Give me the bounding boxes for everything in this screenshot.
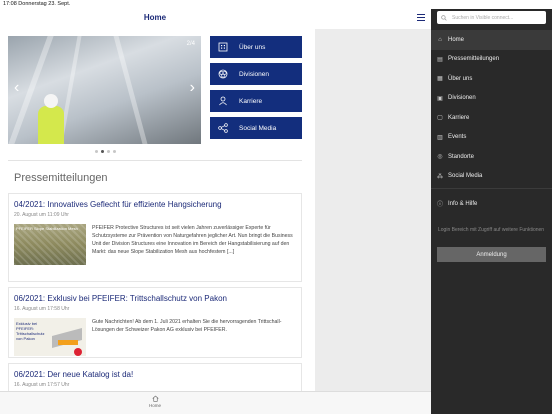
tile-label: Karriere bbox=[239, 97, 263, 105]
quick-links: Über uns Divisionen Karriere Social Medi… bbox=[210, 36, 302, 144]
menu-item-label: Divisionen bbox=[448, 95, 476, 102]
content-side-area bbox=[315, 29, 431, 391]
menu-item-label: Social Media bbox=[448, 173, 483, 180]
tab-home-label: Home bbox=[148, 403, 161, 408]
tab-bar: Home bbox=[0, 391, 431, 414]
press-card-date: 16. August um 17:58 Uhr bbox=[14, 306, 70, 312]
tile-label: Über uns bbox=[239, 43, 266, 51]
press-card-image: Exklusiv bei PFEIFER: Trittschallschutz … bbox=[14, 318, 86, 356]
press-card-title: 06/2021: Der neue Katalog ist da! bbox=[14, 370, 134, 379]
building-icon bbox=[216, 40, 230, 54]
search-placeholder: Suchen in Visible connect... bbox=[452, 14, 514, 21]
tile-ueber-uns[interactable]: Über uns bbox=[210, 36, 302, 58]
menu-item-home[interactable]: ⌂ Home bbox=[431, 30, 552, 50]
slider-next-arrow-icon[interactable]: › bbox=[190, 80, 195, 96]
side-menu: ⌂ Home ▤ Pressemitteilungen ▦ Über uns ▣ Div… bbox=[431, 30, 552, 214]
slider-dot[interactable] bbox=[107, 150, 110, 153]
share-icon: ⁂ bbox=[437, 173, 443, 180]
press-card[interactable]: 06/2021: Exklusiv bei PFEIFER: Trittscha… bbox=[8, 287, 302, 358]
press-card-date: 16. August um 17:57 Uhr bbox=[14, 382, 70, 388]
menu-item-label: Home bbox=[448, 36, 465, 43]
divisions-icon bbox=[216, 67, 230, 81]
tile-label: Divisionen bbox=[239, 70, 269, 78]
status-bar: 17:08 Donnerstag 23. Sept. bbox=[0, 0, 552, 9]
menu-item-standorte[interactable]: ◎ Standorte bbox=[431, 147, 552, 167]
slider-pagination bbox=[95, 150, 116, 153]
tile-divisionen[interactable]: Divisionen bbox=[210, 63, 302, 85]
press-card-date: 20. August um 11:09 Uhr bbox=[14, 212, 69, 218]
search-field[interactable]: Suchen in Visible connect... bbox=[437, 11, 546, 24]
home-content: 2/4 ‹ › Über uns Divisionen Karriere Soc… bbox=[0, 29, 315, 391]
tab-home[interactable]: Home bbox=[146, 395, 164, 408]
press-card-text: PFEIFER Protective Structures ist seit v… bbox=[92, 225, 293, 255]
menu-item-label: Events bbox=[448, 134, 467, 141]
divisions-icon: ▣ bbox=[437, 95, 443, 102]
menu-item-events[interactable]: ▥ Events bbox=[431, 128, 552, 148]
menu-item-label: Info & Hilfe bbox=[448, 200, 478, 207]
press-card-image: PFEIFER Slope Stabilization Mesh bbox=[14, 224, 86, 265]
home-icon bbox=[151, 395, 159, 402]
tile-social-media[interactable]: Social Media bbox=[210, 117, 302, 139]
person-icon: ▢ bbox=[437, 115, 443, 122]
menu-item-label: Über uns bbox=[448, 75, 473, 82]
menu-item-info-hilfe[interactable]: ⓘ Info & Hilfe bbox=[431, 194, 552, 214]
calendar-icon: ▥ bbox=[437, 134, 443, 141]
press-card-title: 04/2021: Innovatives Geflecht für effizi… bbox=[14, 200, 222, 209]
slider-dot[interactable] bbox=[113, 150, 116, 153]
hamburger-menu-icon[interactable] bbox=[417, 14, 425, 21]
menu-item-social-media[interactable]: ⁂ Social Media bbox=[431, 167, 552, 187]
side-menu-panel: Suchen in Visible connect... ⌂ Home ▤ Pres… bbox=[431, 9, 552, 414]
menu-item-label: Karriere bbox=[448, 114, 470, 121]
share-icon bbox=[216, 121, 230, 135]
menu-divider bbox=[431, 188, 552, 189]
page-title: Home bbox=[143, 13, 167, 22]
slider-dot[interactable] bbox=[95, 150, 98, 153]
menu-item-pressemitteilungen[interactable]: ▤ Pressemitteilungen bbox=[431, 50, 552, 70]
login-button[interactable]: Anmeldung bbox=[437, 247, 546, 262]
menu-item-label: Pressemitteilungen bbox=[448, 56, 500, 63]
menu-item-ueber-uns[interactable]: ▦ Über uns bbox=[431, 69, 552, 89]
top-bar: Home bbox=[0, 9, 431, 29]
press-card-title: 06/2021: Exklusiv bei PFEIFER: Trittscha… bbox=[14, 294, 227, 303]
tile-label: Social Media bbox=[239, 124, 277, 132]
divider bbox=[8, 160, 302, 161]
tile-karriere[interactable]: Karriere bbox=[210, 90, 302, 112]
login-hint: Login Bereich mit Zugriff auf weitere Fu… bbox=[438, 227, 545, 233]
press-card-text: Gute Nachrichten! Ab dem 1. Juli 2021 er… bbox=[92, 319, 282, 333]
image-slider[interactable]: 2/4 ‹ › bbox=[8, 36, 201, 144]
slider-dot-active[interactable] bbox=[101, 150, 104, 153]
status-time-date: 17:08 Donnerstag 23. Sept. bbox=[3, 1, 71, 7]
slider-prev-arrow-icon[interactable]: ‹ bbox=[14, 80, 19, 96]
section-title-press: Pressemitteilungen bbox=[14, 172, 108, 184]
press-card-image-caption: Exklusiv bei PFEIFER: Trittschallschutz … bbox=[16, 321, 45, 341]
info-icon: ⓘ bbox=[436, 202, 443, 209]
menu-item-divisionen[interactable]: ▣ Divisionen bbox=[431, 89, 552, 109]
news-icon: ▤ bbox=[437, 56, 443, 63]
menu-item-karriere[interactable]: ▢ Karriere bbox=[431, 108, 552, 128]
person-icon bbox=[216, 94, 230, 108]
app-main: Home 2/4 ‹ › Über uns Divisionen Karrier… bbox=[0, 9, 431, 414]
press-card[interactable]: 04/2021: Innovatives Geflecht für effizi… bbox=[8, 193, 302, 282]
press-card-image-caption: PFEIFER Slope Stabilization Mesh bbox=[16, 226, 78, 231]
search-icon bbox=[441, 14, 447, 21]
location-pin-icon: ◎ bbox=[437, 154, 443, 161]
home-icon: ⌂ bbox=[438, 36, 442, 43]
slider-counter: 2/4 bbox=[186, 41, 195, 47]
menu-item-label: Standorte bbox=[448, 153, 475, 160]
building-icon: ▦ bbox=[437, 76, 443, 83]
press-card[interactable]: 06/2021: Der neue Katalog ist da! 16. Au… bbox=[8, 363, 302, 391]
